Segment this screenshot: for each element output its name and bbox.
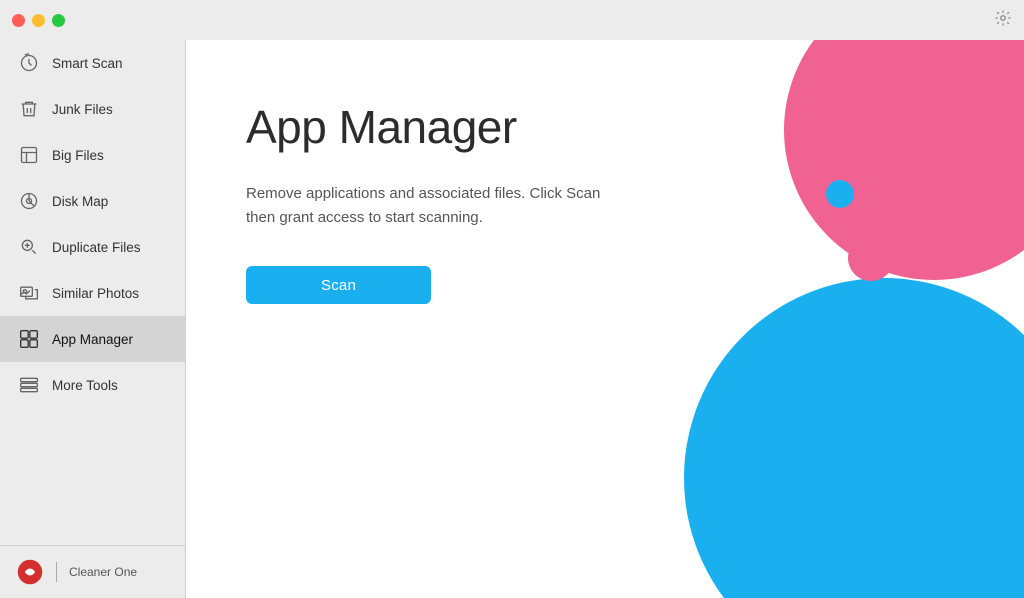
sidebar-item-smart-scan[interactable]: Smart Scan: [0, 40, 185, 86]
smart-scan-icon: [18, 52, 40, 74]
similar-photos-icon: [18, 282, 40, 304]
sidebar-item-app-manager[interactable]: App Manager: [0, 316, 185, 362]
main-body: App Manager Remove applications and asso…: [186, 40, 1024, 344]
sidebar-item-label: Junk Files: [52, 102, 113, 117]
sidebar-item-label: App Manager: [52, 332, 133, 347]
duplicate-files-icon: [18, 236, 40, 258]
junk-files-icon: [18, 98, 40, 120]
more-tools-icon: [18, 374, 40, 396]
sidebar-item-label: Duplicate Files: [52, 240, 141, 255]
sidebar-item-label: Big Files: [52, 148, 104, 163]
app-manager-icon: [18, 328, 40, 350]
sidebar-item-label: Smart Scan: [52, 56, 123, 71]
scan-button[interactable]: Scan: [246, 266, 431, 304]
close-button[interactable]: [12, 14, 25, 27]
sidebar-item-junk-files[interactable]: Junk Files: [0, 86, 185, 132]
sidebar-item-disk-map[interactable]: Disk Map: [0, 178, 185, 224]
settings-icon[interactable]: [994, 9, 1012, 32]
sidebar-item-label: Disk Map: [52, 194, 108, 209]
sidebar-item-similar-photos[interactable]: Similar Photos: [0, 270, 185, 316]
traffic-lights: [12, 14, 65, 27]
sidebar-footer: Cleaner One: [0, 545, 185, 598]
title-bar: [0, 0, 1024, 40]
sidebar-item-more-tools[interactable]: More Tools: [0, 362, 185, 408]
main-content-area: App Manager Remove applications and asso…: [186, 0, 1024, 598]
sidebar: Smart Scan Junk Files Big Files: [0, 0, 186, 598]
sidebar-item-big-files[interactable]: Big Files: [0, 132, 185, 178]
sidebar-item-label: Similar Photos: [52, 286, 139, 301]
trend-micro-logo: [16, 558, 44, 586]
big-files-icon: [18, 144, 40, 166]
page-description: Remove applications and associated files…: [246, 182, 626, 230]
disk-map-icon: [18, 190, 40, 212]
sidebar-item-label: More Tools: [52, 378, 118, 393]
trend-micro-icon: [16, 558, 44, 586]
maximize-button[interactable]: [52, 14, 65, 27]
page-title: App Manager: [246, 100, 964, 154]
sidebar-item-duplicate-files[interactable]: Duplicate Files: [0, 224, 185, 270]
minimize-button[interactable]: [32, 14, 45, 27]
app-name-label: Cleaner One: [69, 565, 137, 579]
logo-divider: [56, 562, 57, 582]
